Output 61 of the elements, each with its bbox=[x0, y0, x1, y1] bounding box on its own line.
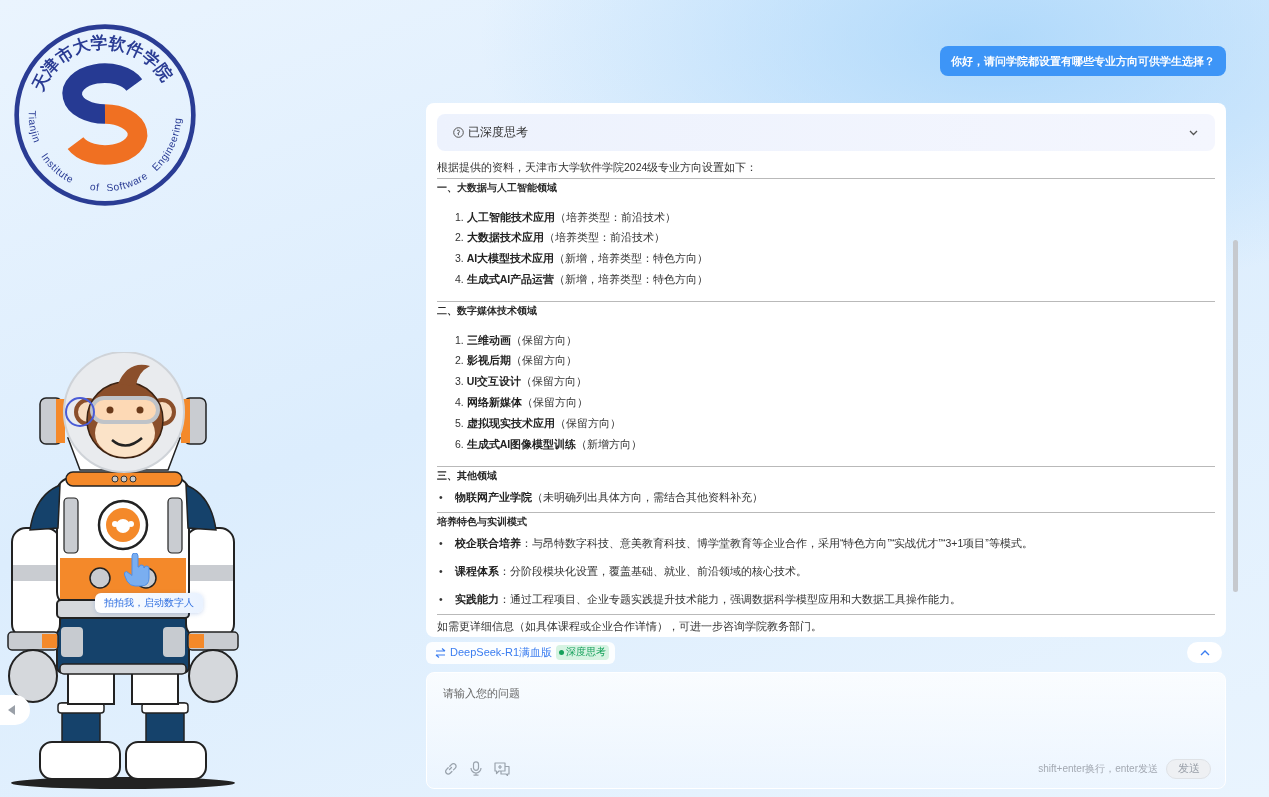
list-item-text: UI交互设计（保留方向） bbox=[466, 374, 588, 390]
list-number: 4. bbox=[455, 271, 464, 287]
question-circle-icon bbox=[453, 127, 464, 138]
pointing-hand-icon bbox=[124, 553, 150, 587]
list-number: 2. bbox=[455, 353, 464, 369]
logo-english-word: of bbox=[89, 180, 101, 193]
model-switch-button[interactable]: DeepSeek-R1满血版 bbox=[435, 645, 553, 661]
list-item-text: 三维动画（保留方向） bbox=[466, 332, 577, 348]
list-item-text: 人工智能技术应用（培养类型：前沿技术） bbox=[466, 209, 676, 225]
shortcut-hint: shift+enter换行，enter发送 bbox=[1038, 761, 1158, 776]
answer-paragraph: 根据提供的资料，天津市大学软件学院2024级专业方向设置如下： bbox=[437, 160, 759, 175]
deep-think-tag[interactable]: 深度思考 bbox=[556, 645, 610, 661]
microphone-button[interactable] bbox=[470, 761, 482, 777]
triangle-left-icon bbox=[8, 705, 15, 715]
list-number: 1. bbox=[455, 209, 464, 225]
link-icon bbox=[443, 761, 458, 777]
list-item-text: AI大模型技术应用（新增，培养类型：特色方向） bbox=[466, 251, 709, 267]
list-item-text: 物联网产业学院（未明确列出具体方向，需结合其他资料补充） bbox=[455, 489, 763, 505]
list-number: 4. bbox=[455, 395, 464, 411]
scrollbar-thumb[interactable] bbox=[1233, 240, 1238, 592]
list-item-text: 影视后期（保留方向） bbox=[466, 353, 577, 369]
list-item-text: 生成式AI图像模型训练（新增方向） bbox=[466, 436, 643, 452]
list-number: 3. bbox=[455, 251, 464, 267]
thinking-toggle[interactable]: 已深度思考 bbox=[437, 114, 1215, 151]
chat-add-button[interactable] bbox=[494, 761, 510, 776]
chat-plus-icon bbox=[494, 761, 510, 776]
list-number: 2. bbox=[455, 230, 464, 246]
mascot-tooltip: 拍拍我，启动数字人 bbox=[95, 593, 203, 613]
question-input[interactable]: 请输入您的问题 shift+enter换行，enter发送 发送 bbox=[426, 671, 1226, 789]
scroll-top-button[interactable] bbox=[1187, 642, 1222, 664]
logo-english-word: Software bbox=[106, 169, 150, 194]
section-heading: 一、大数据与人工智能领域 bbox=[437, 181, 558, 195]
list-bullet: • bbox=[438, 535, 444, 551]
status-dot-icon bbox=[559, 650, 565, 656]
list-item-text: 网络新媒体（保留方向） bbox=[466, 395, 588, 411]
list-number: 1. bbox=[455, 332, 464, 348]
list-number: 6. bbox=[455, 436, 464, 452]
link-button[interactable] bbox=[443, 761, 458, 777]
swap-arrows-icon bbox=[435, 647, 446, 658]
list-item-text: 虚拟现实技术应用（保留方向） bbox=[466, 415, 621, 431]
chevron-up-icon bbox=[1199, 649, 1210, 656]
list-bullet: • bbox=[438, 563, 444, 579]
logo-chinese-name: 天津市大学软件学院 bbox=[28, 32, 177, 94]
list-number: 3. bbox=[455, 374, 464, 390]
list-item-text: 大数据技术应用（培养类型：前沿技术） bbox=[466, 230, 665, 246]
section-heading: 三、其他领域 bbox=[437, 468, 498, 483]
answer-paragraph: 如需更详细信息（如具体课程或企业合作详情），可进一步咨询学院教务部门。 bbox=[437, 618, 823, 634]
chevron-down-icon bbox=[1189, 129, 1198, 136]
list-item-text: 实践能力：通过工程项目、企业专题实践提升技术能力，强调数据科学模型应用和大数据工具操作能力。 bbox=[455, 591, 961, 607]
microphone-icon bbox=[470, 761, 482, 777]
collapse-sidebar-button[interactable] bbox=[0, 695, 30, 725]
user-message: 你好，请问学院都设置有哪些专业方向可供学生选择？ bbox=[940, 46, 1226, 76]
list-bullet: • bbox=[438, 591, 444, 607]
section-heading: 二、数字媒体技术领域 bbox=[437, 304, 538, 319]
list-item-text: 校企联合培养：与昂特数字科技、意美教育科技、博学堂教育等企业合作，采用“特色方向”“实战优才”“3+1项目”等模式。 bbox=[455, 535, 1033, 551]
list-number: 5. bbox=[455, 415, 464, 431]
list-bullet: • bbox=[438, 489, 444, 505]
list-item-text: 生成式AI产品运营（新增，培养类型：特色方向） bbox=[466, 271, 709, 287]
list-item-text: 课程体系：分阶段模块化设置，覆盖基础、就业、前沿领域的核心技术。 bbox=[455, 563, 807, 579]
deep-think-label: 深度思考 bbox=[566, 646, 607, 660]
section-heading: 培养特色与实训模式 bbox=[437, 514, 528, 529]
